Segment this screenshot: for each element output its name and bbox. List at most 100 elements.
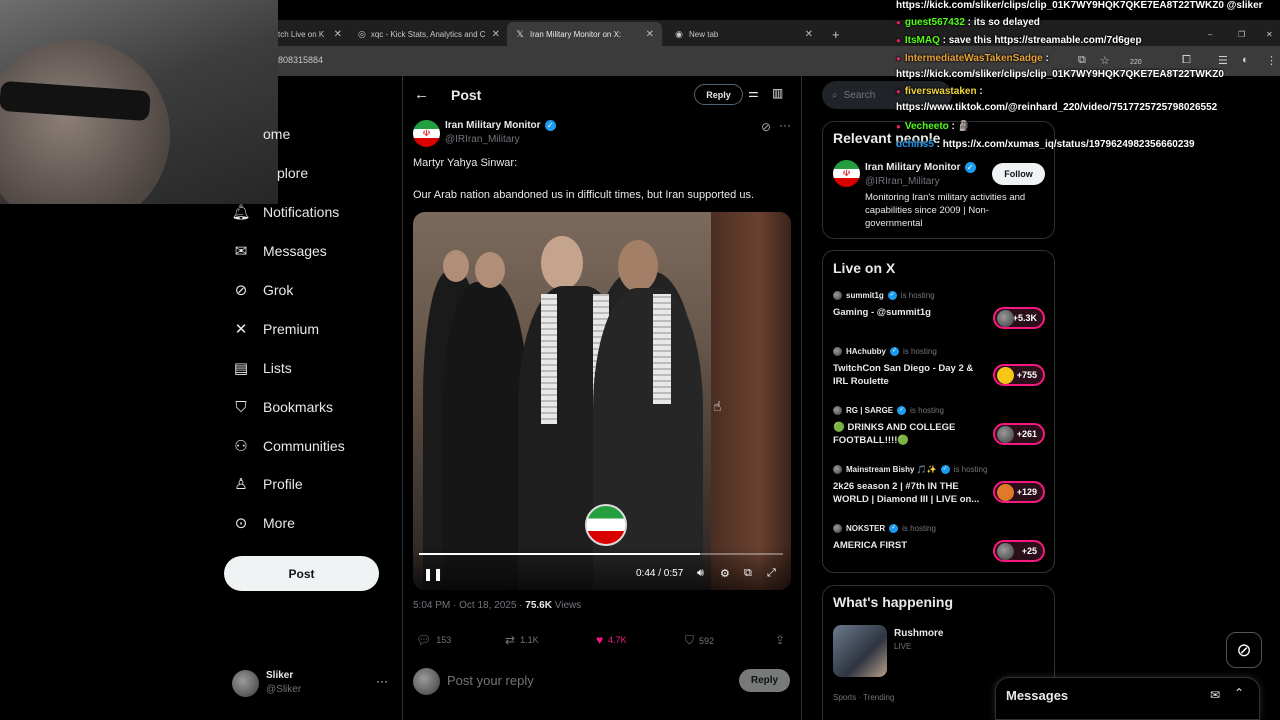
tab-iran-military-monitor[interactable]: 𝕏 Iran Military Monitor on X: ✕ [507,22,662,46]
back-arrow-icon[interactable]: ← [414,86,429,103]
close-tab-icon[interactable]: ✕ [799,29,813,40]
live-title: TwitchCon San Diego - Day 2 & IRL Roulet… [833,363,974,387]
nav-premium[interactable]: ✕ Premium [232,317,319,341]
messages-drawer[interactable]: Messages ✉ ⌃ [995,677,1260,720]
account-switcher[interactable]: Sliker @Sliker ··· [232,668,392,700]
live-listeners-pill[interactable]: +25 [993,540,1045,562]
post-text-line-2: Our Arab nation abandoned us in difficul… [413,189,755,201]
pip-icon[interactable]: ⧉ [744,567,752,580]
follow-button[interactable]: Follow [992,163,1045,185]
messages-drawer-title: Messages [1006,688,1069,703]
live-title: AMERICA FIRST [833,540,908,551]
host-avatar [833,465,842,474]
more-options-icon[interactable]: ··· [376,674,388,688]
tab-xqc-stats[interactable]: ◎ xqc - Kick Stats, Analytics and C ✕ [350,22,505,46]
pause-icon[interactable]: ❚❚ [423,567,443,581]
live-item[interactable]: NOKSTER ✓ is hosting AMERICA FIRST +25 [833,524,1045,566]
listener-avatar [997,310,1014,327]
fullscreen-icon[interactable]: ⤢ [767,567,776,580]
listener-avatar [997,426,1014,443]
volume-icon[interactable]: 🔊︎ [697,567,704,580]
bookmark-action[interactable]: ⛉ 592 [685,633,714,648]
bookmark-icon: ⛉ [685,633,695,647]
settings-icon[interactable]: ⚙ [720,567,730,580]
video-head [475,252,505,288]
nav-home[interactable]: ome [232,122,290,146]
chat-message: ● ItsMAQ : save this https://streamable.c… [896,35,1142,46]
bookmark-icon: ⛉ [235,398,247,416]
nav-notifications[interactable]: 🔔︎ Notifications [231,200,339,224]
reply-header-button[interactable]: Reply [694,84,743,105]
relevant-bio: Monitoring Iran's military activities an… [865,192,1026,229]
post-views: 75.6K [525,600,552,611]
chat-message: https://kick.com/sliker/clips/clip_01K7W… [896,0,1263,11]
relevant-name-row[interactable]: Iran Military Monitor ✓ [865,162,976,173]
tab-kick[interactable]: tch Live on K ✕ [270,22,350,46]
verified-badge-icon: ✓ [544,120,556,131]
live-listeners-pill[interactable]: +755 [993,364,1045,386]
expand-icon[interactable]: ⌃ [1234,686,1244,700]
video-player[interactable]: ❚❚ 0:44 / 0:57 🔊︎ ⚙ ⧉ ⤢ [413,212,791,590]
nav-profile[interactable]: ♙ Profile [232,472,302,496]
relevant-avatar[interactable]: ☫ [833,160,860,187]
repost-action[interactable]: ⇄ 1.1K [505,633,539,647]
nav-lists[interactable]: ▤ Lists [232,356,292,380]
grok-explain-icon[interactable]: ⊘ [761,120,771,134]
mouse-cursor-icon: ☝ [713,398,722,414]
chat-message: ● fiverswastaken : [896,86,983,97]
close-tab-icon[interactable]: ✕ [486,29,500,40]
live-item[interactable]: summit1g ✓ is hosting Gaming - @summit1g +… [833,291,1045,341]
nav-messages[interactable]: ✉ Messages [232,239,327,263]
new-message-icon[interactable]: ✉ [1210,688,1220,702]
video-door [711,212,791,590]
video-progress-bar[interactable] [419,553,783,555]
author-handle[interactable]: @IRIran_Military [445,134,520,145]
post-button[interactable]: Post [224,556,379,591]
close-tab-icon[interactable]: ✕ [328,29,342,40]
grok-icon[interactable]: ⊘ [1226,632,1262,668]
whats-happening-title: What's happening [833,594,953,610]
globe-icon: ◎ [358,29,366,39]
nav-explore[interactable]: plore [232,161,308,185]
author-avatar[interactable]: ☫ [413,120,440,147]
reply-avatar [413,668,440,695]
new-tab-button[interactable]: + [824,22,846,46]
trend-thumbnail[interactable] [833,625,887,677]
trend-title[interactable]: Rushmore [894,628,943,639]
video-time: 0:44 / 0:57 [636,568,684,579]
nav-more[interactable]: ⊙ More [232,511,295,535]
live-listeners-pill[interactable]: +261 [993,423,1045,445]
streamer-face [0,40,170,204]
author-name-row[interactable]: Iran Military Monitor ✓ [445,120,556,131]
x-logo-icon: 𝕏 [516,29,524,39]
verified-badge-icon: ✓ [964,162,976,173]
tab-new-tab[interactable]: ◉ New tab ✕ [666,22,821,46]
url-text[interactable]: 808315884 [278,55,323,65]
post-meta: 5:04 PM · Oct 18, 2025 · 75.6K Views [413,600,581,611]
live-item[interactable]: Mainstream Bishy 🎵✨ ✓ is hosting 2k26 seas… [833,465,1045,517]
author-name[interactable]: Iran Military Monitor [445,120,541,131]
nav-bookmarks[interactable]: ⛉ Bookmarks [232,395,333,419]
more-icon[interactable]: ··· [779,118,791,132]
video-head [541,236,583,290]
envelope-icon: ✉ [234,243,248,260]
like-action[interactable]: ♥ 4.7K [596,633,627,647]
nav-grok[interactable]: ⊘ Grok [232,278,294,302]
share-action[interactable]: ⇪ [775,633,790,647]
reply-action[interactable]: 💬︎ 153 [416,633,451,647]
chat-message: ● guest567432 : its so delayed [896,17,1040,28]
reply-input[interactable]: Post your reply [447,673,534,688]
live-listeners-pill[interactable]: +129 [993,481,1045,503]
communities-icon: ⚇ [234,438,248,455]
live-item[interactable]: RG | SARGE ✓ is hosting 🟢 DRINKS AND COLLE… [833,406,1045,458]
nav-communities[interactable]: ⚇ Communities [232,434,344,458]
live-listeners-pill[interactable]: +5.3K [993,307,1045,329]
badge-icon: ● [896,36,901,45]
reader-view-icon[interactable]: ▥ [772,86,783,100]
filter-icon[interactable]: ⚌ [748,86,759,100]
close-tab-icon[interactable]: ✕ [640,29,654,40]
video-scarf [541,294,557,424]
live-item[interactable]: HAchubby ✓ is hosting TwitchCon San Diego … [833,347,1045,399]
reply-submit-button[interactable]: Reply [739,669,790,692]
chat-message: ● IntermediateWasTakenSadge : [896,53,1049,64]
